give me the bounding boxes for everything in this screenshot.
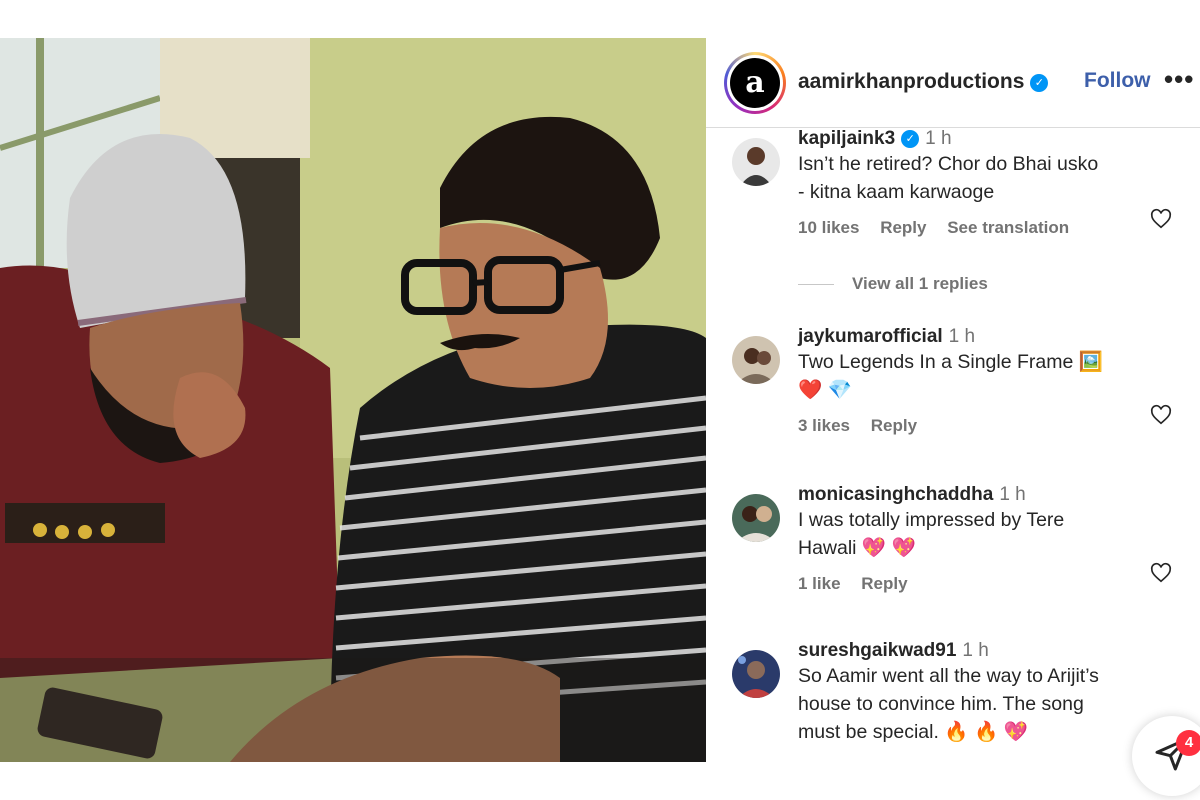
comment-text-line: - kitna kaam karwaoge xyxy=(798,181,995,203)
commenter-avatar[interactable] xyxy=(732,336,780,384)
comment-username[interactable]: monicasinghchaddha xyxy=(798,484,993,505)
commenter-avatar[interactable] xyxy=(732,650,780,698)
comment-time: 1 h xyxy=(948,326,976,347)
owner-avatar-inner: a xyxy=(727,55,783,111)
post-header: a aamirkhanproductions ✓ Follow ••• xyxy=(706,38,1200,128)
commenter-avatar-image xyxy=(732,494,780,542)
like-heart-icon[interactable] xyxy=(1150,208,1172,230)
owner-username-text: aamirkhanproductions xyxy=(798,70,1025,93)
comment-header: jaykumarofficial 1 h xyxy=(798,326,1138,348)
comment-username[interactable]: sureshgaikwad91 xyxy=(798,640,956,661)
notification-badge: 4 xyxy=(1176,730,1200,756)
owner-logo: a xyxy=(730,58,780,108)
comment-reply-button[interactable]: Reply xyxy=(871,416,917,435)
follow-button[interactable]: Follow xyxy=(1084,69,1151,93)
verified-icon: ✓ xyxy=(1030,74,1049,92)
post-photo xyxy=(0,38,706,762)
commenter-avatar-image xyxy=(732,336,780,384)
comment-body: monicasinghchaddha 1 h I was totally impr… xyxy=(798,484,1138,594)
comment-likes[interactable]: 1 like xyxy=(798,574,841,593)
comment-header: kapiljaink3 ✓ 1 h xyxy=(798,128,1138,150)
comment-text-line: must be special. 🔥 🔥 💖 xyxy=(798,721,1028,743)
comment-text-line: I was totally impressed by Tere xyxy=(798,509,1065,531)
see-translation-button[interactable]: See translation xyxy=(947,218,1069,237)
like-heart-icon[interactable] xyxy=(1150,404,1172,426)
commenter-avatar[interactable] xyxy=(732,138,780,186)
comment-time: 1 h xyxy=(962,640,989,661)
like-heart-icon[interactable] xyxy=(1150,562,1172,584)
comment-meta: 3 likes Reply xyxy=(798,416,1138,436)
comment-text-line: Isn’t he retired? Chor do Bhai usko xyxy=(798,153,1099,175)
owner-avatar[interactable]: a xyxy=(724,52,786,114)
verified-icon: ✓ xyxy=(901,130,920,148)
more-options-icon[interactable]: ••• xyxy=(1164,64,1194,95)
comment-username[interactable]: jaykumarofficial xyxy=(798,326,943,347)
post-side-panel: a aamirkhanproductions ✓ Follow ••• kapil… xyxy=(706,38,1200,800)
replies-divider xyxy=(798,283,834,285)
comment-text-line: house to convince him. The song xyxy=(798,693,1084,715)
comment-text-line: ❤️ 💎 xyxy=(798,379,852,401)
comments-list[interactable]: kapiljaink3 ✓ 1 h Isn’t he retired? Chor d… xyxy=(706,128,1200,800)
commenter-avatar-image xyxy=(732,138,780,186)
comment-time: 1 h xyxy=(999,484,1026,505)
comment-text-line: So Aamir went all the way to Arijit’s xyxy=(798,665,1099,687)
comment-likes[interactable]: 10 likes xyxy=(798,218,859,237)
comment-body: kapiljaink3 ✓ 1 h Isn’t he retired? Chor d… xyxy=(798,128,1138,238)
view-replies-button[interactable]: View all 1 replies xyxy=(798,274,988,294)
comment-text-line: Two Legends In a Single Frame 🖼️ xyxy=(798,351,1104,373)
comment-body: jaykumarofficial 1 h Two Legends In a Sin… xyxy=(798,326,1138,436)
comment-reply-button[interactable]: Reply xyxy=(861,574,907,593)
owner-username[interactable]: aamirkhanproductions ✓ xyxy=(798,70,1049,94)
commenter-avatar-image xyxy=(732,650,780,698)
comment-time: 1 h xyxy=(925,128,952,149)
comment-meta: 10 likes Reply See translation xyxy=(798,218,1138,238)
comment-reply-button[interactable]: Reply xyxy=(880,218,926,237)
comment-username[interactable]: kapiljaink3 xyxy=(798,128,895,149)
comment-body: sureshgaikwad91 1 h So Aamir went all the… xyxy=(798,640,1138,746)
commenter-avatar[interactable] xyxy=(732,494,780,542)
comment-text-line: Hawali 💖 💖 xyxy=(798,537,916,559)
comment-likes[interactable]: 3 likes xyxy=(798,416,850,435)
comment-header: sureshgaikwad91 1 h xyxy=(798,640,1138,662)
post-photo-illustration xyxy=(0,38,706,762)
comment-meta: 1 like Reply xyxy=(798,574,1138,594)
comment-header: monicasinghchaddha 1 h xyxy=(798,484,1138,506)
view-replies-label: View all 1 replies xyxy=(852,274,988,293)
